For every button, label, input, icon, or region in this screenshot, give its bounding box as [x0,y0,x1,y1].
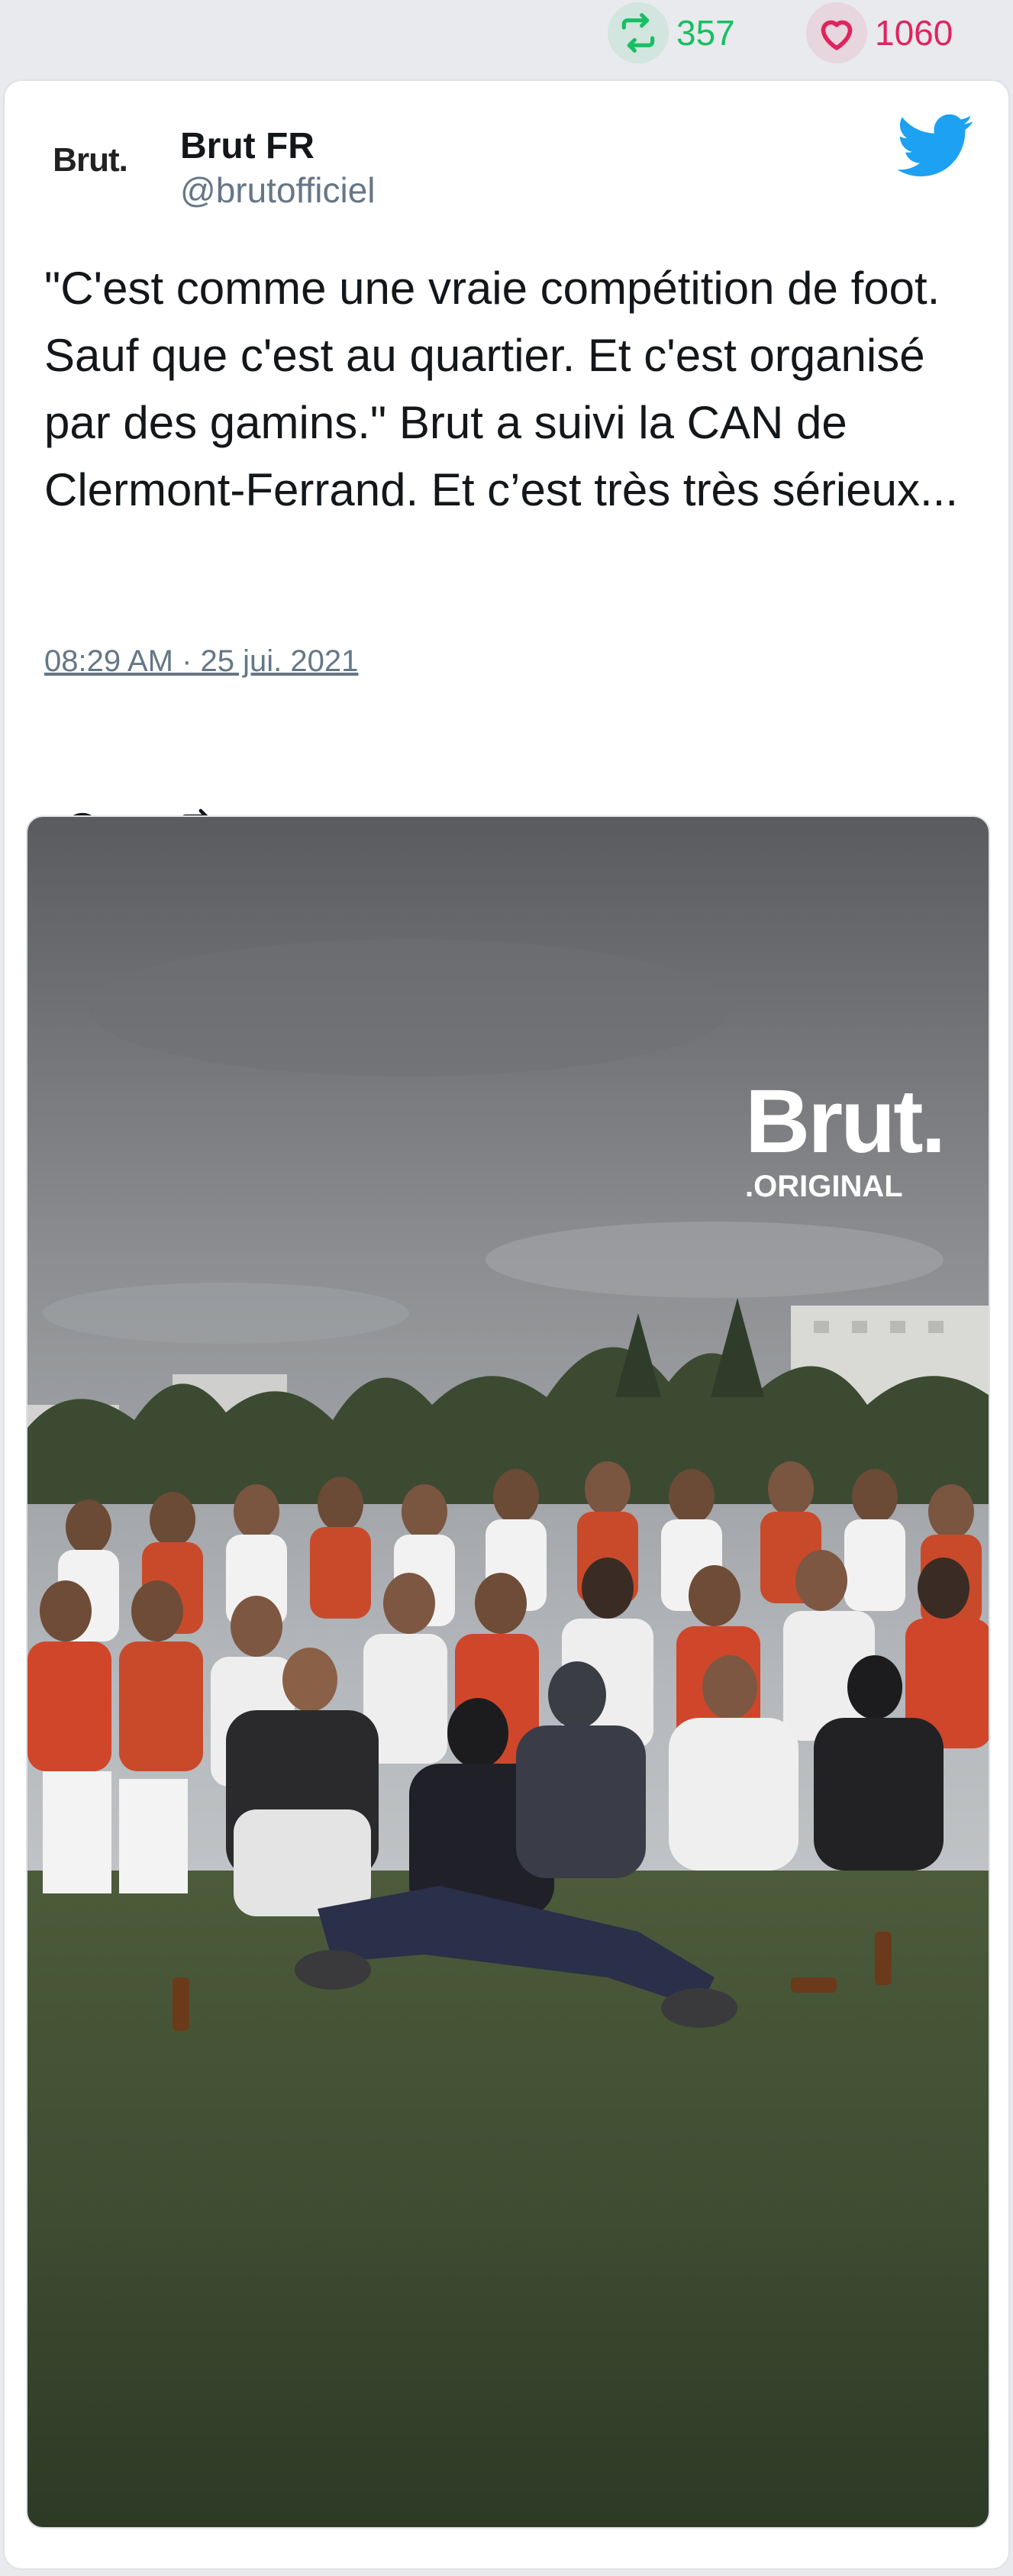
retweet-icon[interactable] [608,2,669,63]
twitter-bird-icon[interactable] [896,111,974,180]
stats-bar: 357 1060 [0,0,1013,73]
brut-watermark-title: Brut. [745,1071,946,1172]
display-name[interactable]: Brut FR [180,126,315,167]
brut-watermark-subtitle: .ORIGINAL [745,1170,903,1203]
heart-icon[interactable] [806,2,867,63]
like-stat[interactable]: 1060 [806,2,953,63]
tweet-card: Brut. Brut FR @brutofficiel "C'est comme… [3,79,1010,2570]
brut-original-watermark: Brut. .ORIGINAL [745,1071,946,1204]
tweet-text: "C'est comme une vraie compétition de fo… [44,263,959,515]
like-count: 1060 [875,13,953,53]
retweet-stat[interactable]: 357 [608,2,735,63]
avatar[interactable]: Brut. [43,113,137,208]
user-handle[interactable]: @brutofficiel [180,171,376,210]
tweet-media-video[interactable]: Brut. .ORIGINAL [26,815,990,2529]
tweet-timestamp-link[interactable]: 08:29 AM · 25 jui. 2021 [44,644,358,679]
avatar-logo-text: Brut. [53,141,128,179]
retweet-count: 357 [676,13,735,53]
page: 357 1060 Brut. Brut FR @brutofficiel "C'… [0,0,1013,2576]
